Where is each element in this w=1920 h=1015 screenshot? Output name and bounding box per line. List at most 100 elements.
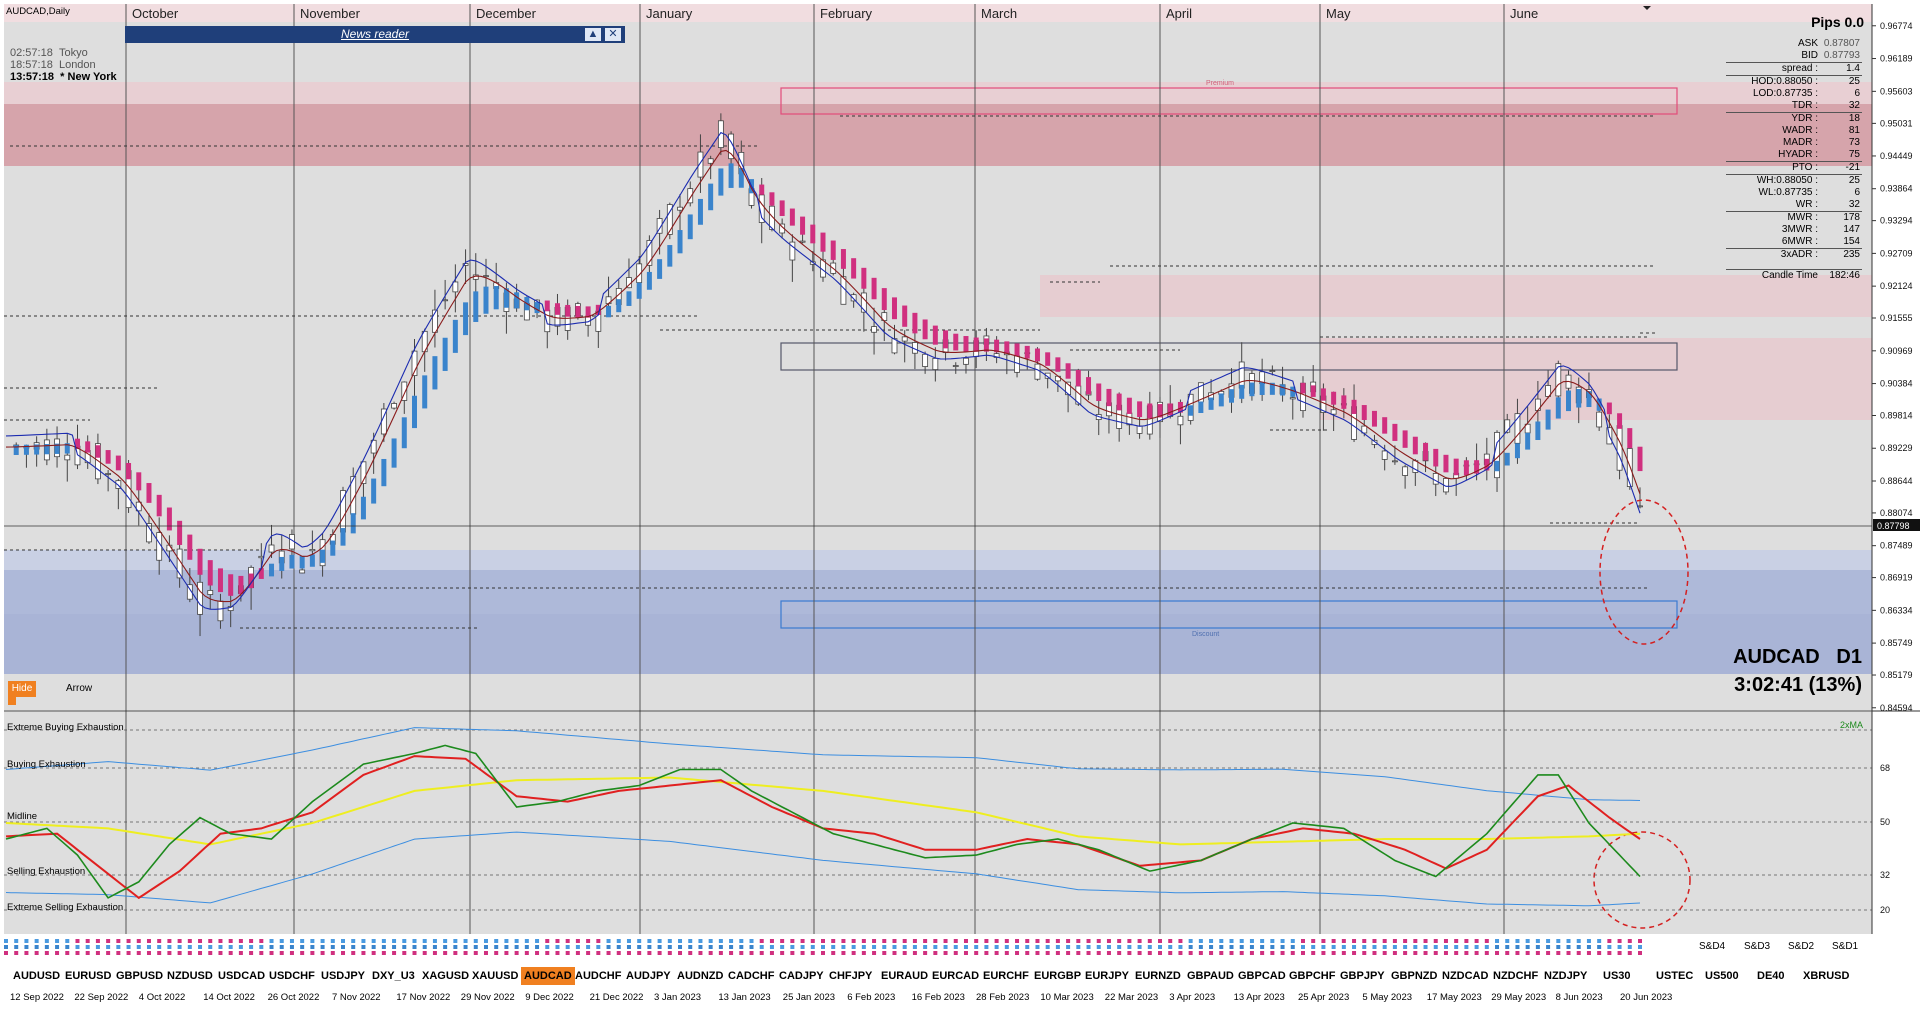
symbol-button-us30[interactable]: US30	[1600, 967, 1634, 985]
symbol-button-gbpnzd[interactable]: GBPNZD	[1388, 967, 1440, 985]
trend-band-bar	[943, 330, 949, 349]
symbol-button-usdcad[interactable]: USDCAD	[215, 967, 268, 985]
strength-block	[1045, 945, 1050, 949]
strength-block	[1403, 939, 1408, 943]
symbol-button-cadchf[interactable]: CADCHF	[725, 967, 777, 985]
trend-band-bar	[463, 302, 469, 336]
trend-band-bar	[606, 305, 612, 318]
symbol-button-de40[interactable]: DE40	[1754, 967, 1788, 985]
strength-block	[1106, 939, 1111, 943]
symbol-button-gbpusd[interactable]: GBPUSD	[113, 967, 166, 985]
strength-block	[1546, 951, 1551, 955]
info-panel: ASK 0.87807 BID 0.87793 spread :1.4 HOD:0.880…	[1726, 38, 1862, 282]
strength-block	[279, 945, 284, 949]
info-value: 32	[1848, 100, 1860, 111]
strength-block	[647, 951, 652, 955]
strength-block	[1495, 945, 1500, 949]
symbol-button-ustec[interactable]: USTEC	[1653, 967, 1696, 985]
symbol-button-xbrusd[interactable]: XBRUSD	[1800, 967, 1852, 985]
symbol-button-usdchf[interactable]: USDCHF	[266, 967, 318, 985]
trend-band-bar	[1229, 389, 1234, 403]
strength-block	[974, 939, 979, 943]
symbol-button-usdjpy[interactable]: USDJPY	[318, 967, 368, 985]
strength-block	[872, 939, 877, 943]
strength-block	[1209, 951, 1214, 955]
strength-block	[923, 951, 928, 955]
strength-block	[14, 951, 19, 955]
strength-block	[249, 945, 254, 949]
chart-canvas[interactable]: Premium Discount 0.96774 0.96189 0.95603 0.…	[0, 0, 1920, 1010]
strength-block	[861, 945, 866, 949]
strength-block	[861, 951, 866, 955]
y-tick-label: 0.90384	[1880, 379, 1913, 389]
symbol-button-audchf[interactable]: AUDCHF	[572, 967, 624, 985]
arrow-label[interactable]: Arrow	[66, 683, 92, 694]
news-reader-bar[interactable]: News reader ▲ ✕	[125, 26, 625, 43]
trend-band-bar	[932, 325, 938, 345]
info-row: YDR : 18	[1726, 112, 1862, 125]
strength-block	[1137, 945, 1142, 949]
strength-block	[780, 939, 785, 943]
strength-block	[1597, 939, 1602, 943]
symbol-button-euraud[interactable]: EURAUD	[878, 967, 931, 985]
symbol-button-eurchf[interactable]: EURCHF	[980, 967, 1032, 985]
symbol-button-audjpy[interactable]: AUDJPY	[623, 967, 674, 985]
symbol-button-nzdcad[interactable]: NZDCAD	[1439, 967, 1491, 985]
trend-band-bar	[1249, 382, 1255, 397]
close-icon[interactable]: ✕	[605, 28, 621, 41]
symbol-button-xauusd[interactable]: XAUUSD	[469, 967, 521, 985]
strength-block	[228, 939, 233, 943]
info-row: 3MWR : 147	[1726, 224, 1862, 236]
candle-body	[707, 158, 714, 164]
symbol-button-gbpaud[interactable]: GBPAUD	[1184, 967, 1237, 985]
symbol-button-gbpcad[interactable]: GBPCAD	[1235, 967, 1289, 985]
symbol-button-eurgbp[interactable]: EURGBP	[1031, 967, 1084, 985]
strength-block	[1341, 945, 1346, 949]
strength-block	[780, 951, 785, 955]
symbol-button-chfjpy[interactable]: CHFJPY	[826, 967, 875, 985]
trend-band-bar	[1535, 421, 1541, 441]
strength-block	[443, 939, 448, 943]
candle-body	[1177, 415, 1184, 426]
date-label: 6 Feb 2023	[847, 992, 896, 1003]
label-extreme-selling: Extreme Selling Exhaustion	[7, 902, 124, 913]
indicator-y-label: 68	[1880, 763, 1890, 773]
symbol-button-nzdjpy[interactable]: NZDJPY	[1541, 967, 1590, 985]
symbol-button-nzdchf[interactable]: NZDCHF	[1490, 967, 1541, 985]
candle-body	[963, 357, 969, 365]
symbol-button-gbpchf[interactable]: GBPCHF	[1286, 967, 1338, 985]
month-label: October	[132, 6, 179, 21]
date-label: 22 Sep 2022	[74, 992, 129, 1003]
strength-block	[800, 945, 805, 949]
strength-block	[1484, 939, 1489, 943]
symbol-button-eurnzd[interactable]: EURNZD	[1132, 967, 1184, 985]
strength-block	[1045, 951, 1050, 955]
symbol-button-eurjpy[interactable]: EURJPY	[1082, 967, 1132, 985]
collapse-icon[interactable]: ▲	[585, 28, 601, 41]
strength-block	[177, 939, 182, 943]
symbol-button-audusd[interactable]: AUDUSD	[10, 967, 63, 985]
strength-block	[300, 951, 305, 955]
strength-block	[963, 951, 968, 955]
strength-block	[1413, 951, 1418, 955]
symbol-button-audnzd[interactable]: AUDNZD	[674, 967, 726, 985]
strength-block	[483, 945, 488, 949]
symbol-button-eurcad[interactable]: EURCAD	[929, 967, 982, 985]
hide-button[interactable]: Hide	[8, 681, 36, 697]
strength-block	[238, 939, 243, 943]
symbol-button-nzdusd[interactable]: NZDUSD	[164, 967, 216, 985]
symbol-button-cadjpy[interactable]: CADJPY	[776, 967, 827, 985]
strength-block	[872, 951, 877, 955]
candle-body	[1402, 466, 1409, 476]
symbol-button-xagusd[interactable]: XAGUSD	[419, 967, 472, 985]
strength-block	[923, 945, 928, 949]
symbol-button-gbpjpy[interactable]: GBPJPY	[1337, 967, 1388, 985]
symbol-button-eurusd[interactable]: EURUSD	[62, 967, 114, 985]
strength-block	[1525, 945, 1530, 949]
strength-block	[1576, 939, 1581, 943]
symbol-button-us500[interactable]: US500	[1702, 967, 1742, 985]
strength-block	[157, 939, 162, 943]
info-row: MWR : 178	[1726, 211, 1862, 224]
symbol-button-audcad[interactable]: AUDCAD	[521, 967, 575, 985]
symbol-button-dxy_u3[interactable]: DXY_U3	[369, 967, 418, 985]
